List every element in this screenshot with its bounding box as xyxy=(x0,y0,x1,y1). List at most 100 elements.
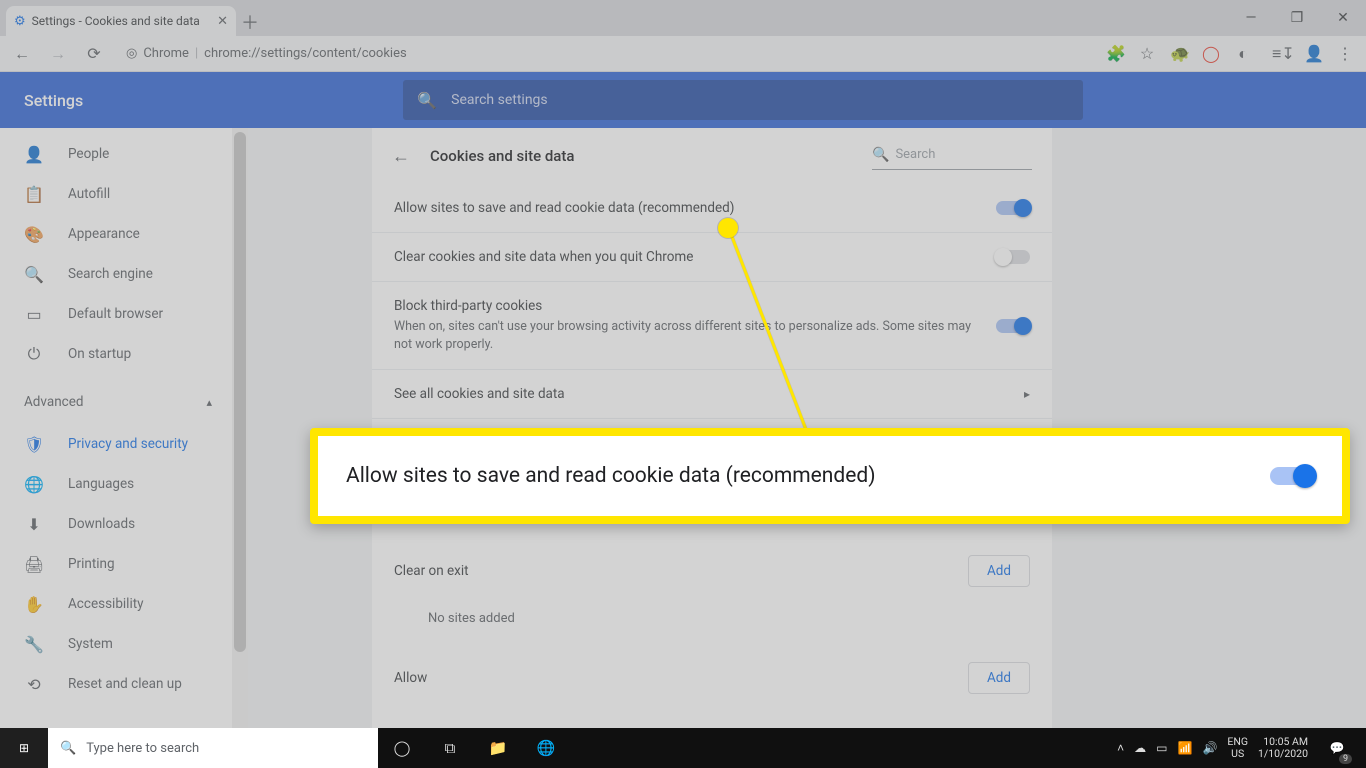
clock[interactable]: 10:05 AM1/10/2020 xyxy=(1258,736,1308,759)
url-text: chrome://settings/content/cookies xyxy=(204,46,407,61)
ext-icon-1[interactable]: 🧩 xyxy=(1106,44,1124,63)
sidebar-icon: ⬇ xyxy=(24,515,44,534)
browser-tab[interactable]: ⚙ Settings - Cookies and site data ✕ xyxy=(6,6,236,36)
sidebar-item-appearance[interactable]: 🎨Appearance xyxy=(0,214,248,254)
back-button[interactable]: ← xyxy=(8,40,36,68)
sidebar-item-languages[interactable]: 🌐 Languages xyxy=(0,464,248,504)
window-controls: ― ❐ ✕ xyxy=(1228,0,1366,36)
sidebar-item-label: People xyxy=(68,146,109,162)
sidebar-icon: 🔧 xyxy=(24,635,44,654)
ext-icon-2[interactable]: 🐢 xyxy=(1170,44,1188,63)
sidebar-item-label: Privacy and security xyxy=(68,436,188,452)
new-tab-button[interactable]: ＋ xyxy=(236,8,264,36)
block-thirdparty-toggle[interactable] xyxy=(996,319,1030,333)
callout-label: Allow sites to save and read cookie data… xyxy=(346,464,876,488)
close-window-button[interactable]: ✕ xyxy=(1320,0,1366,36)
notifications-icon[interactable]: 💬9 xyxy=(1318,728,1356,768)
taskbar-search[interactable]: 🔍 Type here to search xyxy=(48,728,378,768)
gear-icon: ⚙ xyxy=(14,14,26,29)
clear-on-exit-title: Clear on exit xyxy=(394,563,469,579)
row-block-thirdparty: Block third-party cookies When on, sites… xyxy=(372,282,1052,370)
sidebar-item-label: Autofill xyxy=(68,186,110,202)
sidebar-item-label: Search engine xyxy=(68,266,153,282)
allow-section-title: Allow xyxy=(394,670,427,686)
volume-icon[interactable]: 🔊 xyxy=(1202,741,1217,755)
section-clear-on-exit: Clear on exit Add xyxy=(372,537,1052,605)
settings-search-input[interactable] xyxy=(451,92,1069,108)
chevron-up-icon: ▴ xyxy=(206,396,212,409)
sidebar-item-label: Printing xyxy=(68,556,115,572)
settings-header: Settings 🔍 xyxy=(0,72,1366,128)
sidebar-item-downloads[interactable]: ⬇ Downloads xyxy=(0,504,248,544)
sidebar-scrollbar[interactable] xyxy=(232,128,248,728)
reading-list-icon[interactable]: ≡↧ xyxy=(1272,44,1290,64)
clear-on-quit-toggle[interactable] xyxy=(996,250,1030,264)
sidebar-item-autofill[interactable]: 📋Autofill xyxy=(0,174,248,214)
sidebar-icon: ⏻ xyxy=(24,344,44,364)
chrome-taskbar-icon[interactable]: 🌐 xyxy=(522,728,570,768)
search-icon: 🔍 xyxy=(60,741,76,756)
panel-back-button[interactable]: ← xyxy=(392,146,410,167)
taskbar-search-placeholder: Type here to search xyxy=(86,741,199,756)
clear-on-quit-label: Clear cookies and site data when you qui… xyxy=(394,249,980,265)
callout-toggle[interactable] xyxy=(1270,467,1314,485)
sidebar-icon: ▭ xyxy=(24,305,44,324)
system-tray: ˄ ☁ ▭ 📶 🔊 ENGUS 10:05 AM1/10/2020 💬9 xyxy=(1107,728,1366,768)
block-thirdparty-label: Block third-party cookies xyxy=(394,298,980,314)
onedrive-icon[interactable]: ☁ xyxy=(1134,741,1146,755)
file-explorer-icon[interactable]: 📁 xyxy=(474,728,522,768)
tray-chevron-icon[interactable]: ˄ xyxy=(1117,741,1124,755)
sidebar-item-label: Accessibility xyxy=(68,596,144,612)
start-button[interactable]: ⊞ xyxy=(0,728,48,768)
sidebar-item-people[interactable]: 👤People xyxy=(0,134,248,174)
sidebar-item-search-engine[interactable]: 🔍 Search engine xyxy=(0,254,248,294)
bookmark-star-icon[interactable]: ☆ xyxy=(1138,44,1156,63)
sidebar-item-label: Downloads xyxy=(68,516,135,532)
address-bar[interactable]: ◎ Chrome | chrome://settings/content/coo… xyxy=(116,40,1098,68)
menu-dots-icon[interactable]: ⋮ xyxy=(1336,44,1354,63)
sidebar-item-label: Languages xyxy=(68,476,134,492)
sidebar-item-reset-and-clean-up[interactable]: ⟲ Reset and clean up xyxy=(0,664,248,704)
windows-taskbar: ⊞ 🔍 Type here to search ◯ ⧉ 📁 🌐 ˄ ☁ ▭ 📶 … xyxy=(0,728,1366,768)
reload-button[interactable]: ⟳ xyxy=(80,40,108,68)
allow-cookies-toggle[interactable] xyxy=(996,201,1030,215)
sidebar-icon: 🌐 xyxy=(24,475,44,494)
language-indicator[interactable]: ENGUS xyxy=(1227,736,1248,759)
sidebar-item-privacy-and-security[interactable]: 🛡Privacy and security xyxy=(0,424,248,464)
clear-on-exit-add-button[interactable]: Add xyxy=(968,555,1030,587)
annotation-marker xyxy=(718,218,738,238)
see-all-label: See all cookies and site data xyxy=(394,386,565,402)
battery-icon[interactable]: ▭ xyxy=(1156,741,1167,755)
panel-search[interactable]: 🔍 Search xyxy=(872,142,1032,170)
settings-sidebar: 👤People📋Autofill🎨Appearance 🔍 Search engin… xyxy=(0,128,248,728)
see-all-cookies-link[interactable]: See all cookies and site data ▸ xyxy=(372,370,1052,419)
site-info-icon[interactable]: ◎ xyxy=(126,46,137,61)
sidebar-icon: 🖨 xyxy=(24,555,44,574)
sidebar-item-accessibility[interactable]: ✋Accessibility xyxy=(0,584,248,624)
sidebar-item-default-browser[interactable]: ▭Default browser xyxy=(0,294,248,334)
minimize-button[interactable]: ― xyxy=(1228,0,1274,36)
close-tab-icon[interactable]: ✕ xyxy=(217,14,228,29)
ext-icon-4[interactable]: ◐ xyxy=(1234,44,1252,64)
sidebar-advanced-toggle[interactable]: Advanced ▴ xyxy=(0,380,248,424)
sidebar-item-printing[interactable]: 🖨 Printing xyxy=(0,544,248,584)
maximize-button[interactable]: ❐ xyxy=(1274,0,1320,36)
settings-title: Settings xyxy=(24,91,83,110)
ext-icon-3[interactable]: ◯ xyxy=(1202,44,1220,63)
forward-button[interactable]: → xyxy=(44,40,72,68)
sidebar-icon: ⟲ xyxy=(24,675,44,694)
allow-add-button[interactable]: Add xyxy=(968,662,1030,694)
settings-search[interactable]: 🔍 xyxy=(403,80,1083,120)
sidebar-item-on-startup[interactable]: ⏻ On startup xyxy=(0,334,248,374)
section-allow: Allow Add xyxy=(372,644,1052,712)
sidebar-item-label: On startup xyxy=(68,346,131,362)
sidebar-icon: 🔍 xyxy=(24,265,44,284)
sidebar-item-system[interactable]: 🔧System xyxy=(0,624,248,664)
wifi-icon[interactable]: 📶 xyxy=(1177,741,1192,755)
task-view-icon[interactable]: ⧉ xyxy=(426,728,474,768)
panel-search-placeholder: Search xyxy=(895,147,935,162)
cortana-icon[interactable]: ◯ xyxy=(378,728,426,768)
sidebar-item-label: Reset and clean up xyxy=(68,676,182,692)
search-icon: 🔍 xyxy=(417,91,437,110)
profile-avatar-icon[interactable]: 👤 xyxy=(1304,44,1322,63)
